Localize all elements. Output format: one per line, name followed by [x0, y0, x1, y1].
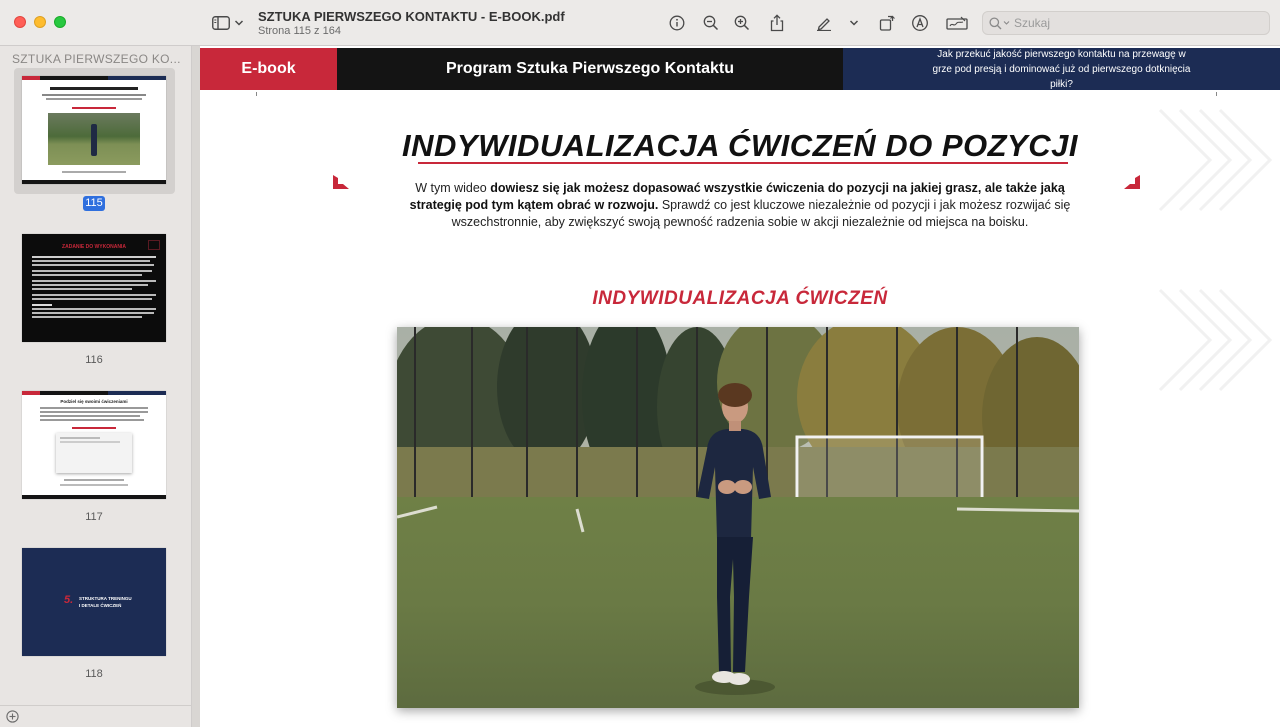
ebook-label: E-book: [200, 48, 337, 90]
sidebar-icon: [212, 16, 230, 30]
thumbnail-text: Podziel się swoimi ćwiczeniami: [60, 399, 128, 404]
search-icon: [989, 16, 1002, 29]
title-underline: [418, 162, 1068, 164]
signature-button[interactable]: [944, 11, 970, 35]
page-title: INDYWIDUALIZACJA ĆWICZEŃ DO POZYCJI: [402, 128, 1078, 163]
search-field[interactable]: [982, 11, 1270, 35]
thumbnail-sidebar: SZTUKA PIERWSZEGO KO... 115 ZADANIE DO W…: [0, 46, 192, 727]
document-title: SZTUKA PIERWSZEGO KONTAKTU - E-BOOK.pdf: [258, 9, 565, 24]
thumbnail-text: 5.: [64, 594, 74, 606]
intro-paragraph: W tym wideo dowiesz się jak możesz dopas…: [409, 181, 1071, 229]
zoom-out-icon: [703, 15, 719, 31]
share-icon: [770, 14, 784, 32]
thumbnail-text: STRUKTURA TRENINGU: [79, 596, 132, 601]
page-thumbnail-115[interactable]: [22, 76, 166, 184]
page-number-115: 115: [83, 196, 105, 211]
thumbnail-text: ZADANIE DO WYKONANIA: [62, 244, 126, 250]
signature-icon: [946, 16, 968, 30]
rotate-icon: [879, 15, 895, 31]
zoom-in-icon: [734, 15, 750, 31]
info-icon: [669, 15, 685, 31]
corner-accent-right: [1124, 175, 1140, 189]
page-header-band: E-book Program Sztuka Pierwszego Kontakt…: [200, 48, 1280, 90]
tick-mark: [1216, 92, 1217, 96]
page-indicator: Strona 115 z 164: [258, 25, 341, 37]
program-tagline: Jak przekuć jakość pierwszego kontaktu n…: [843, 48, 1280, 90]
highlight-button[interactable]: [909, 11, 931, 35]
page-number-117: 117: [85, 511, 103, 523]
window-toolbar: SZTUKA PIERWSZEGO KONTAKTU - E-BOOK.pdf …: [0, 0, 1280, 46]
tick-mark: [256, 92, 257, 96]
add-icon[interactable]: [6, 710, 19, 723]
document-page: E-book Program Sztuka Pierwszego Kontakt…: [200, 46, 1280, 727]
zoom-window-button[interactable]: [54, 16, 66, 28]
markup-pen-button[interactable]: [813, 11, 835, 35]
section-subtitle: INDYWIDUALIZACJA ĆWICZEŃ: [592, 288, 888, 309]
minimize-window-button[interactable]: [34, 16, 46, 28]
chevron-down-icon: [849, 20, 859, 26]
close-window-button[interactable]: [14, 16, 26, 28]
page-thumbnail-116[interactable]: ZADANIE DO WYKONANIA: [22, 234, 166, 342]
page-thumbnail-118[interactable]: 5. STRUKTURA TRENINGU I DETALE ĆWICZEŃ: [22, 548, 166, 656]
corner-accent-left: [333, 175, 349, 189]
program-title: Program Sztuka Pierwszego Kontaktu: [337, 48, 843, 90]
zoom-out-button[interactable]: [700, 11, 722, 35]
page-number-118: 118: [85, 668, 103, 680]
page-number-116: 116: [85, 354, 103, 366]
sidebar-footer: [0, 705, 192, 727]
info-button[interactable]: [666, 11, 688, 35]
thumbnail-text: I DETALE ĆWICZEŃ: [79, 603, 122, 608]
chevron-down-icon: [234, 20, 244, 26]
chevron-down-icon: [1003, 21, 1010, 25]
markup-options-button[interactable]: [846, 11, 862, 35]
search-input[interactable]: [1014, 16, 1254, 30]
rotate-button[interactable]: [876, 11, 898, 35]
share-button[interactable]: [766, 11, 788, 35]
highlighter-icon: [912, 15, 928, 31]
video-thumbnail-photo[interactable]: [397, 327, 1079, 708]
football-pitch-photo: [397, 327, 1079, 708]
sidebar-document-name: SZTUKA PIERWSZEGO KO...: [12, 52, 181, 66]
page-thumbnail-117[interactable]: Podziel się swoimi ćwiczeniami: [22, 391, 166, 499]
sidebar-toggle-button[interactable]: [210, 11, 246, 35]
zoom-in-button[interactable]: [731, 11, 753, 35]
pen-icon: [817, 18, 831, 31]
